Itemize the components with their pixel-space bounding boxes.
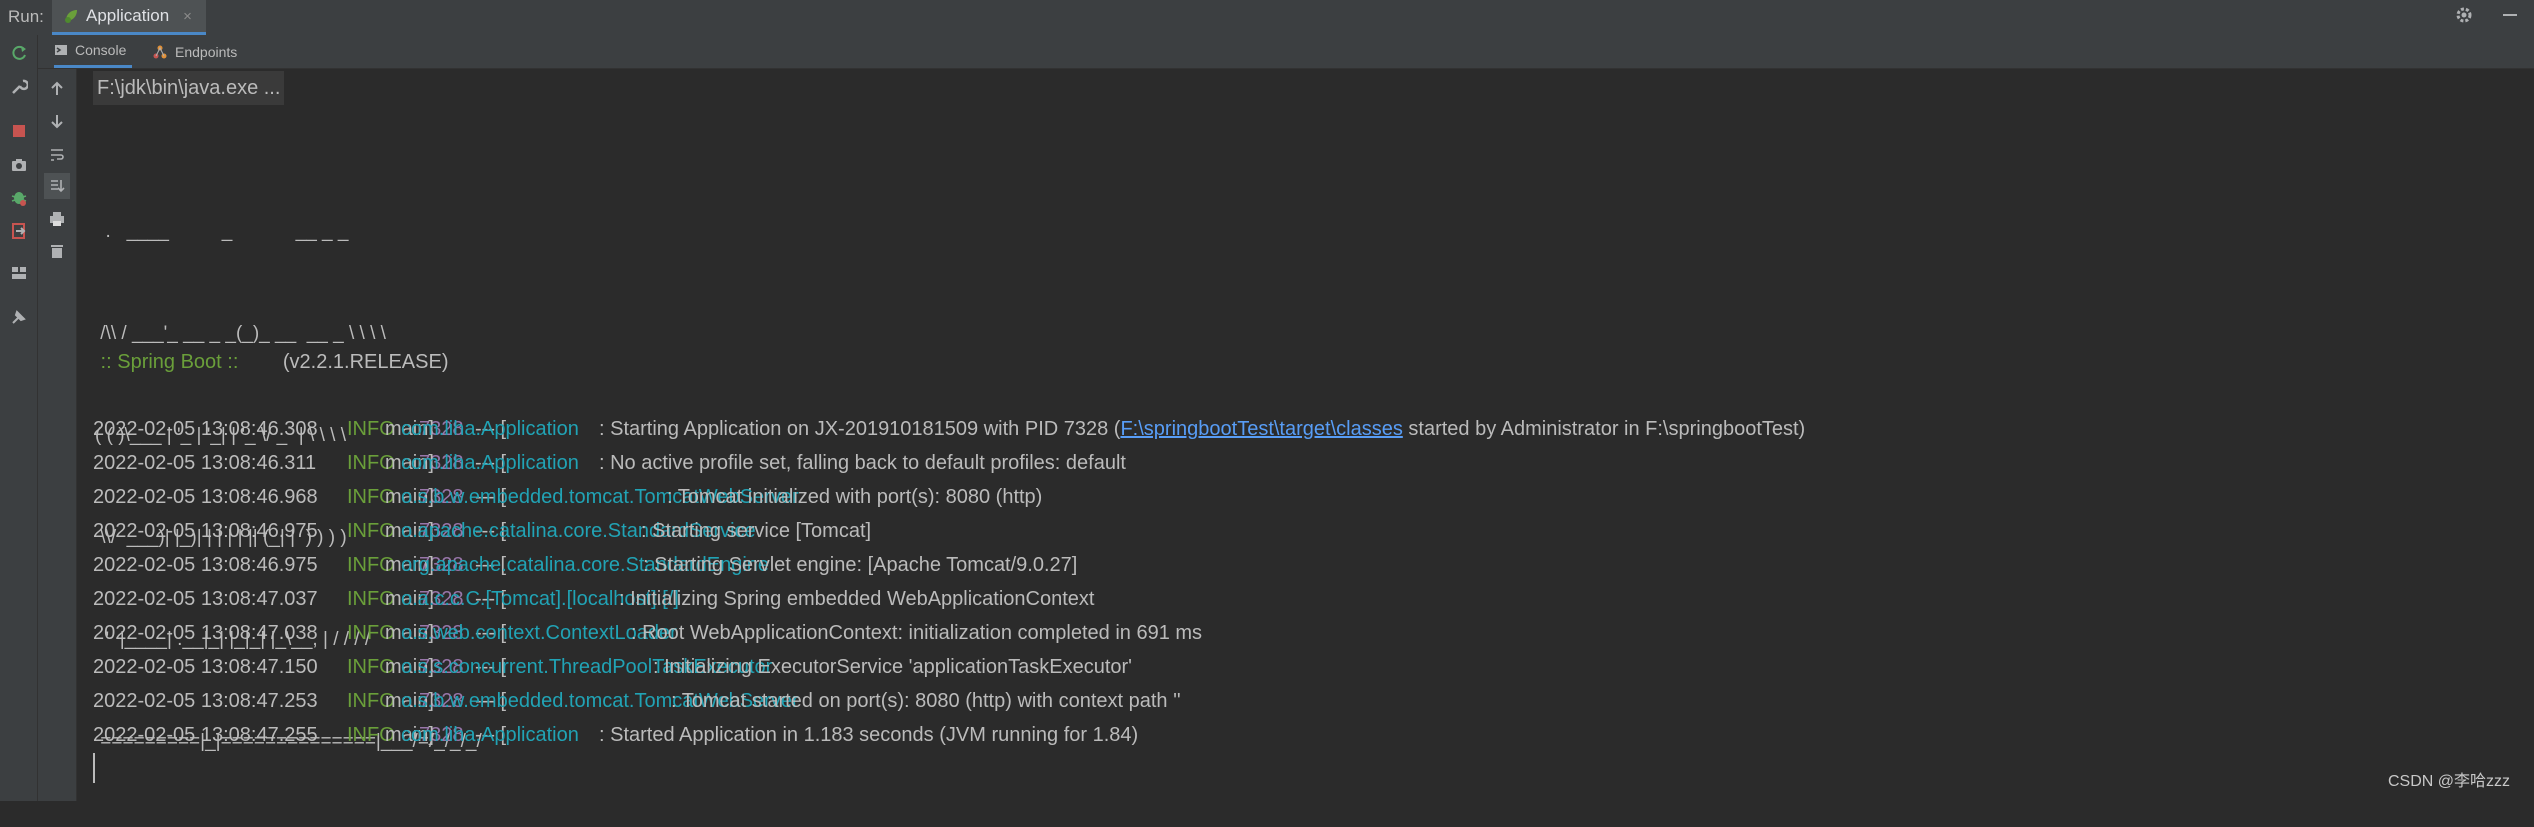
spring-boot-version: (v2.2.1.RELEASE) <box>243 351 449 373</box>
log-logger: com.liha.Application <box>401 418 579 440</box>
scroll-to-end-icon[interactable] <box>44 173 70 199</box>
classpath-link[interactable]: F:\springbootTest\target\classes <box>1120 418 1402 440</box>
watermark: CSDN @李哈zzz <box>2387 773 2510 790</box>
log-logger: com.liha.Application <box>401 452 579 474</box>
log-message: : Tomcat initialized with port(s): 8080 … <box>667 486 1043 508</box>
close-icon[interactable]: × <box>183 8 192 25</box>
spring-boot-version-line: :: Spring Boot :: (v2.2.1.RELEASE) <box>95 345 449 379</box>
console-tab-bar: Console Endpoints <box>38 35 2534 69</box>
log-timestamp: 2022-02-05 13:08:47.255 <box>93 724 318 746</box>
log-message: : Starting Servlet engine: [Apache Tomca… <box>643 554 1078 576</box>
log-timestamp: 2022-02-05 13:08:47.038 <box>93 622 318 644</box>
tab-console[interactable]: Console <box>54 35 133 68</box>
banner-line: . ____ _ __ _ _ <box>95 221 349 242</box>
run-actions-toolbar <box>0 35 38 801</box>
stop-icon[interactable] <box>9 121 29 141</box>
gear-icon[interactable] <box>2454 5 2474 25</box>
console-output[interactable]: F:\jdk\bin\java.exe ... . ____ _ __ _ _ … <box>77 69 2517 801</box>
camera-icon[interactable] <box>9 155 29 175</box>
endpoints-icon <box>153 45 167 58</box>
log-timestamp: 2022-02-05 13:08:47.037 <box>93 588 318 610</box>
wrench-icon[interactable] <box>9 77 29 97</box>
rerun-icon[interactable] <box>9 43 29 63</box>
log-message: : No active profile set, falling back to… <box>599 452 1126 474</box>
log-message: : Started Application in 1.183 seconds (… <box>599 724 1139 746</box>
log-message-text: started by Administrator in F:\springboo… <box>1402 418 1806 440</box>
console-scrollbar[interactable] <box>2517 69 2534 801</box>
arrow-up-icon[interactable] <box>47 79 67 99</box>
log-message: : Root WebApplicationContext: initializa… <box>631 622 1203 644</box>
log-message: : Starting Application on JX-20191018150… <box>599 412 1805 446</box>
debug-bug-icon[interactable] <box>9 187 29 207</box>
layout-icon[interactable] <box>9 263 29 283</box>
run-label: Run: <box>8 7 44 26</box>
log-logger: com.liha.Application <box>401 724 579 746</box>
console-icon <box>55 45 67 55</box>
pin-icon[interactable] <box>9 307 29 327</box>
arrow-down-icon[interactable] <box>47 111 67 131</box>
log-timestamp: 2022-02-05 13:08:46.968 <box>93 486 318 508</box>
tab-endpoints-label: Endpoints <box>175 43 238 60</box>
log-timestamp: 2022-02-05 13:08:46.311 <box>93 452 317 474</box>
print-icon[interactable] <box>47 209 67 229</box>
run-toolwindow-header: Run: Application × <box>0 0 2534 36</box>
exit-icon[interactable] <box>9 221 29 241</box>
console-toolbar <box>38 69 77 801</box>
run-tab-application[interactable]: Application × <box>52 0 206 35</box>
spring-boot-label: :: Spring Boot :: <box>95 351 244 373</box>
log-timestamp: 2022-02-05 13:08:46.975 <box>93 554 318 576</box>
text-cursor <box>93 753 95 783</box>
command-line[interactable]: F:\jdk\bin\java.exe ... <box>93 71 285 105</box>
log-timestamp: 2022-02-05 13:08:46.308 <box>93 418 318 440</box>
log-timestamp: 2022-02-05 13:08:46.975 <box>93 520 318 542</box>
log-message: : Starting service [Tomcat] <box>641 520 872 542</box>
run-tab-title: Application <box>86 6 170 25</box>
log-message: : Initializing Spring embedded WebApplic… <box>619 588 1095 610</box>
log-message: : Initializing ExecutorService 'applicat… <box>653 656 1132 678</box>
soft-wrap-icon[interactable] <box>47 145 67 165</box>
spring-leaf-icon <box>65 10 77 23</box>
log-timestamp: 2022-02-05 13:08:47.150 <box>93 656 318 678</box>
tab-console-label: Console <box>75 42 127 58</box>
log-timestamp: 2022-02-05 13:08:47.253 <box>93 690 318 712</box>
minimize-icon[interactable] <box>2500 5 2520 25</box>
tab-endpoints[interactable]: Endpoints <box>152 35 237 68</box>
log-message-text: : Starting Application on JX-20191018150… <box>599 418 1121 440</box>
trash-icon[interactable] <box>47 241 67 261</box>
log-message: : Tomcat started on port(s): 8080 (http)… <box>671 690 1181 712</box>
